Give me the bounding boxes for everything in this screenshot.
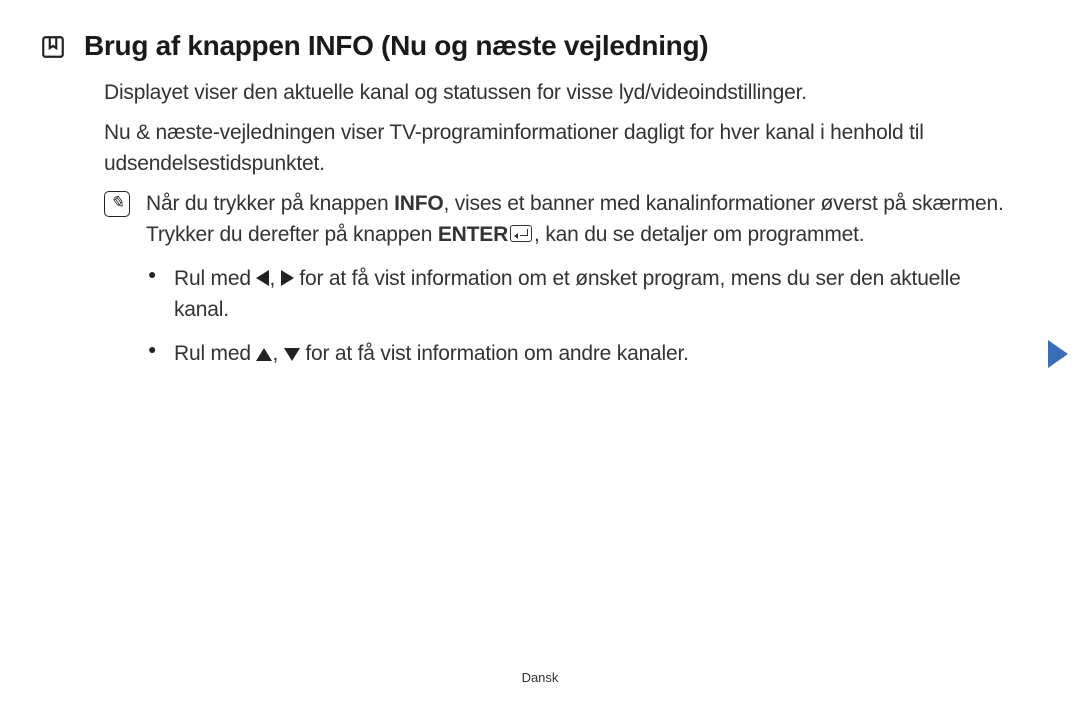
note-text: Når du trykker på knappen INFO, vises et…: [146, 189, 1020, 250]
pencil-note-icon: ✎: [104, 191, 130, 217]
bullet2-post: for at få vist information om andre kana…: [300, 342, 689, 365]
footer-language: Dansk: [0, 670, 1080, 685]
enter-key-icon: [510, 225, 532, 242]
note-bold-enter: ENTER: [438, 223, 508, 246]
arrow-up-icon: [256, 348, 272, 361]
bullet-item-2: Rul med , for at få vist information om …: [146, 339, 1020, 369]
bullet-list: Rul med , for at få vist information om …: [146, 264, 1020, 369]
note-post: , kan du se detaljer om programmet.: [534, 223, 864, 246]
note-pre: Når du trykker på knappen: [146, 192, 394, 215]
bookmark-icon: [40, 34, 66, 60]
page-next-icon[interactable]: [1048, 340, 1068, 368]
note-block: ✎ Når du trykker på knappen INFO, vises …: [104, 189, 1020, 250]
bullet1-pre: Rul med: [174, 267, 256, 290]
note-bold-info: INFO: [394, 192, 443, 215]
sep: ,: [269, 267, 280, 290]
paragraph-1: Displayet viser den aktuelle kanal og st…: [104, 78, 1020, 108]
page-title: Brug af knappen INFO (Nu og næste vejled…: [84, 30, 708, 62]
paragraph-2: Nu & næste-vejledningen viser TV-program…: [104, 118, 1020, 179]
bullet-item-1: Rul med , for at få vist information om …: [146, 264, 1020, 325]
sep2: ,: [272, 342, 283, 365]
bullet2-pre: Rul med: [174, 342, 256, 365]
arrow-left-icon: [256, 270, 269, 286]
arrow-down-icon: [284, 348, 300, 361]
arrow-right-icon: [281, 270, 294, 286]
header-row: Brug af knappen INFO (Nu og næste vejled…: [40, 30, 1020, 62]
